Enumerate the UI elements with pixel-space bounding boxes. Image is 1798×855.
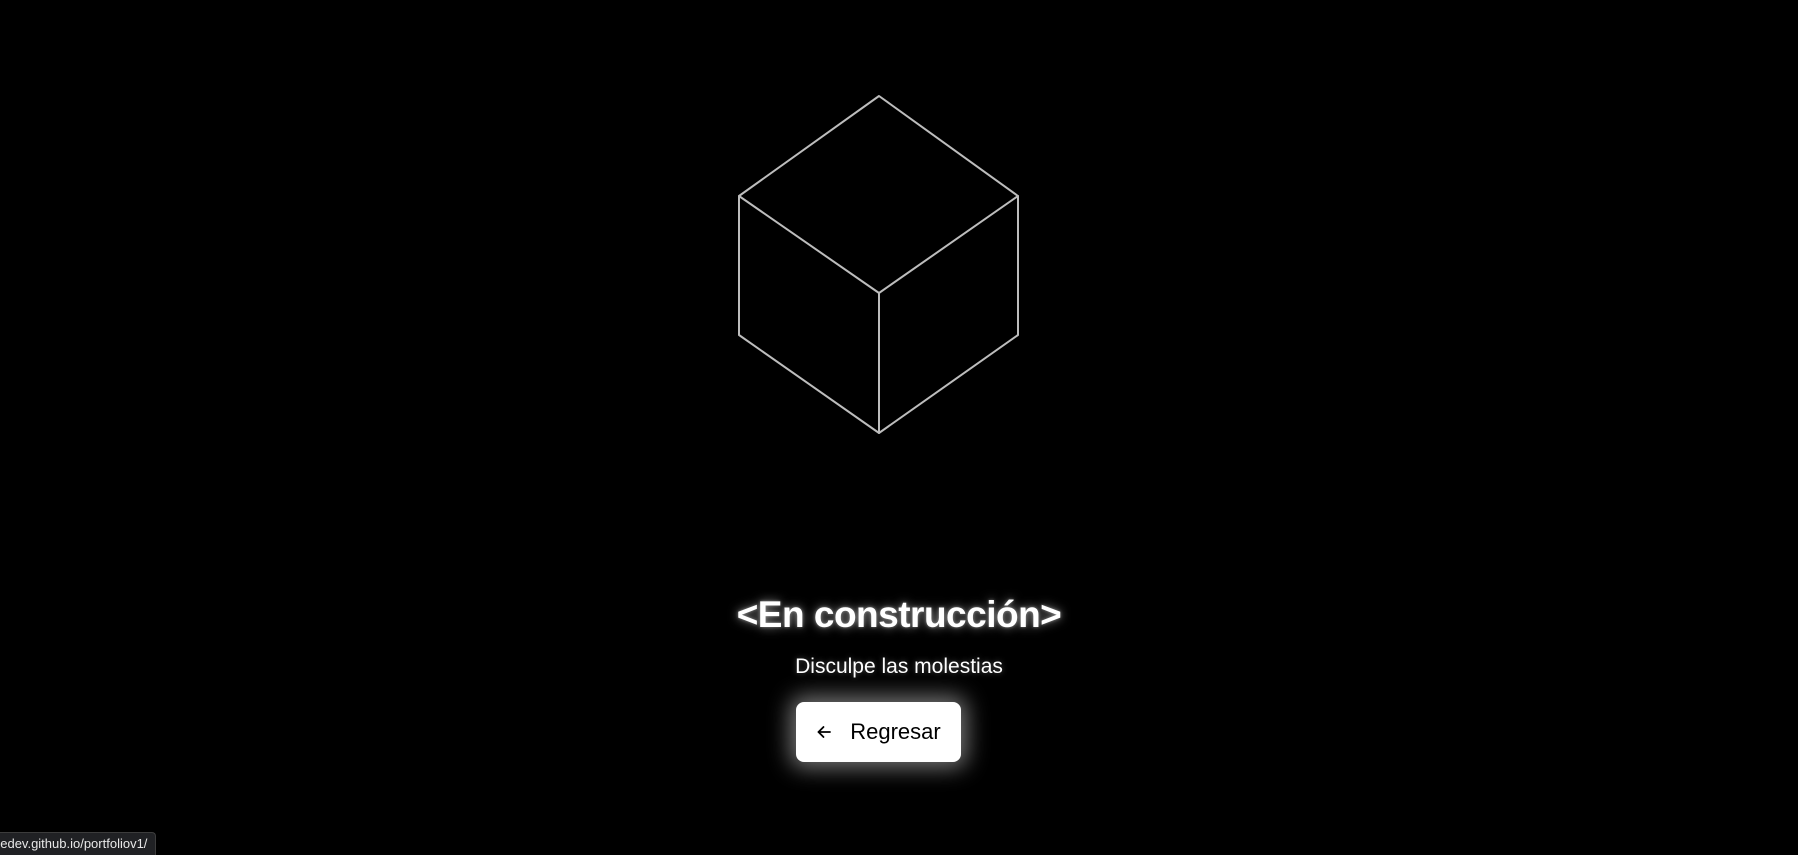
hero-cube-illustration (0, 0, 1798, 460)
browser-status-bar: nedev.github.io/portfoliov1/ (0, 832, 157, 855)
page-title: <En construcción> (736, 594, 1062, 635)
back-button-label: Regresar (850, 719, 941, 744)
back-button[interactable]: Regresar (796, 702, 961, 762)
status-bar-url: nedev.github.io/portfoliov1/ (0, 836, 148, 851)
arrow-left-icon (816, 724, 832, 740)
cube-icon (738, 95, 1019, 434)
page-subtitle: Disculpe las molestias (795, 655, 1003, 678)
